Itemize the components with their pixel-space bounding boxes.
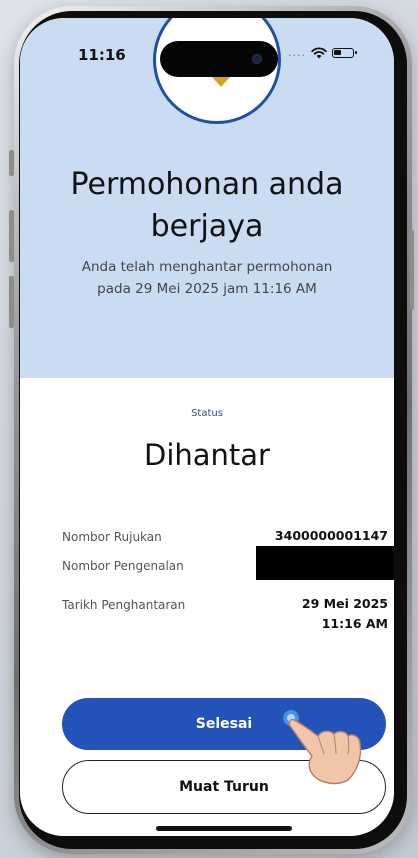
- id-number-redacted: [256, 546, 394, 580]
- wifi-icon: [311, 46, 327, 58]
- submission-date: 29 Mei 2025: [301, 596, 388, 611]
- submission-date-label: Tarikh Penghantaran: [62, 598, 186, 612]
- signal-icon: ....: [288, 46, 306, 59]
- badge-mark: [212, 77, 230, 87]
- pointing-hand-icon: [283, 710, 362, 785]
- power-button: [410, 230, 414, 310]
- volume-up-button: [9, 210, 14, 262]
- reference-number-value: 3400000001147: [274, 528, 388, 543]
- battery-icon: [332, 47, 357, 58]
- action-button: [9, 150, 14, 176]
- dynamic-island: [160, 41, 278, 77]
- status-value: Dihantar: [144, 438, 270, 472]
- submission-description: Anda telah menghantar permohonan pada 29…: [81, 259, 333, 297]
- home-indicator[interactable]: [156, 826, 292, 831]
- status-bar-icons: ....: [288, 46, 357, 59]
- page-title: Permohonan anda berjaya: [70, 167, 344, 244]
- submission-date-value: 29 Mei 2025 11:16 AM: [302, 594, 388, 634]
- id-number-label: Nombor Pengenalan: [62, 559, 184, 573]
- reference-number-label: Nombor Rujukan: [62, 530, 162, 544]
- camera-icon: [252, 54, 262, 64]
- volume-down-button: [9, 276, 14, 328]
- status-label: Status: [191, 408, 223, 419]
- submission-time: 11:16 AM: [321, 616, 388, 631]
- status-bar-time: 11:16: [78, 46, 126, 64]
